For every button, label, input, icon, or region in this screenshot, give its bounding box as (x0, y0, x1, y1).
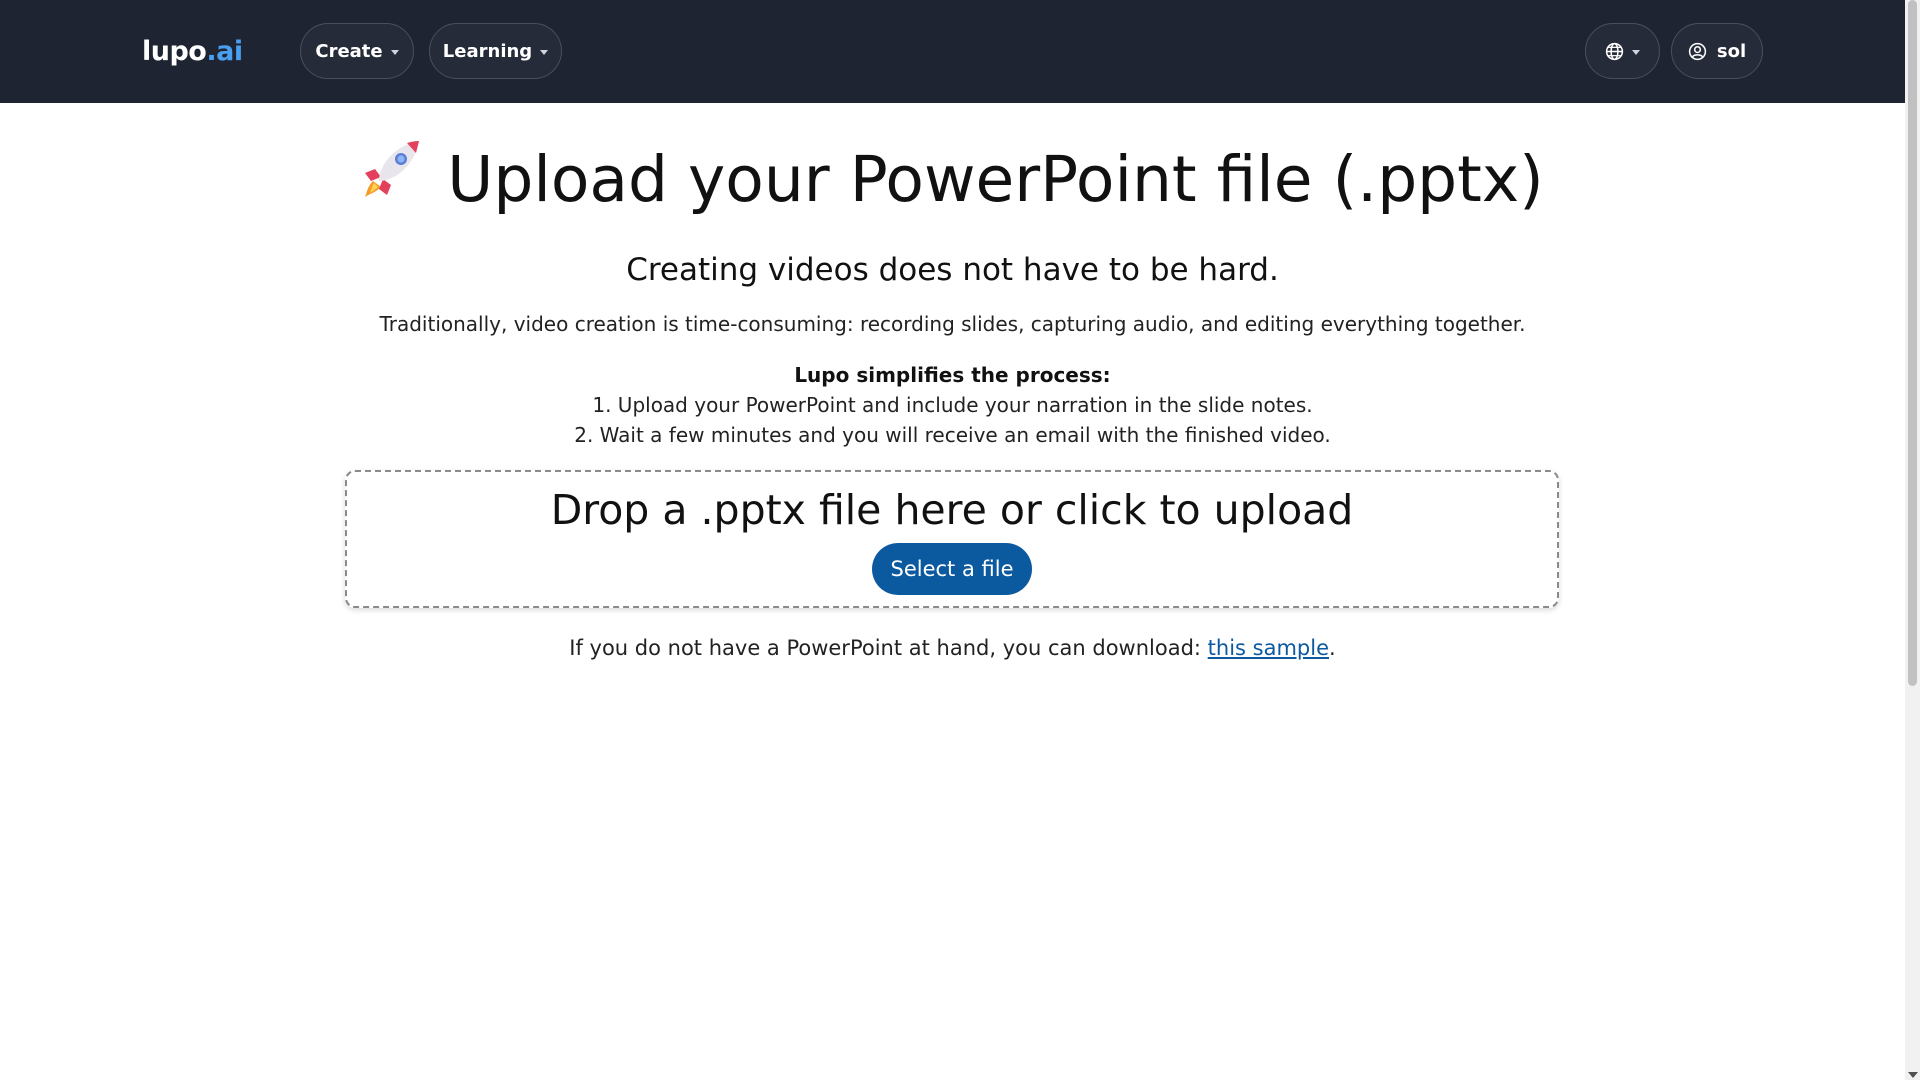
step-item: 2. Wait a few minutes and you will recei… (574, 423, 1331, 447)
logo-main: lupo (142, 36, 207, 67)
language-menu-button[interactable] (1585, 23, 1660, 79)
sample-prefix: If you do not have a PowerPoint at hand,… (569, 636, 1208, 660)
sample-download-line: If you do not have a PowerPoint at hand,… (0, 634, 1905, 662)
globe-icon (1605, 42, 1624, 61)
vertical-scrollbar[interactable] (1905, 0, 1920, 1080)
sample-download-link[interactable]: this sample (1208, 636, 1329, 660)
steps-title: Lupo simplifies the process: (794, 363, 1111, 387)
step-item: 1. Upload your PowerPoint and include yo… (592, 393, 1313, 417)
chevron-down-icon (540, 49, 549, 55)
user-menu-button[interactable]: sol (1671, 23, 1763, 79)
learning-menu-label: Learning (442, 40, 533, 62)
page-subtitle: Creating videos does not have to be hard… (626, 252, 1279, 288)
scroll-down-arrow-icon[interactable] (1908, 1072, 1918, 1078)
logo[interactable]: lupo.ai (142, 34, 243, 70)
intro-paragraph: Traditionally, video creation is time-co… (379, 312, 1526, 336)
page-title: Upload your PowerPoint file (.pptx) (447, 143, 1544, 216)
select-file-button[interactable]: Select a file (872, 543, 1032, 595)
chevron-down-icon (1632, 49, 1640, 55)
logo-suffix: .ai (206, 36, 243, 67)
chevron-down-icon (390, 49, 399, 55)
steps-section: Lupo simplifies the process: 1. Upload y… (0, 360, 1905, 450)
user-name: sol (1716, 40, 1747, 62)
create-menu-button[interactable]: Create (300, 23, 414, 79)
rocket-icon (361, 135, 425, 218)
dropzone-title: Drop a .pptx file here or click to uploa… (550, 486, 1354, 534)
page-heading: Upload your PowerPoint file (.pptx) (0, 140, 1905, 220)
scrollbar-thumb[interactable] (1908, 0, 1917, 686)
create-menu-label: Create (315, 40, 383, 62)
sample-suffix: . (1329, 636, 1336, 660)
user-circle-icon (1688, 42, 1707, 61)
learning-menu-button[interactable]: Learning (429, 23, 562, 79)
top-navbar: lupo.ai Create Learning sol (0, 0, 1905, 103)
file-dropzone[interactable]: Drop a .pptx file here or click to uploa… (345, 470, 1559, 608)
